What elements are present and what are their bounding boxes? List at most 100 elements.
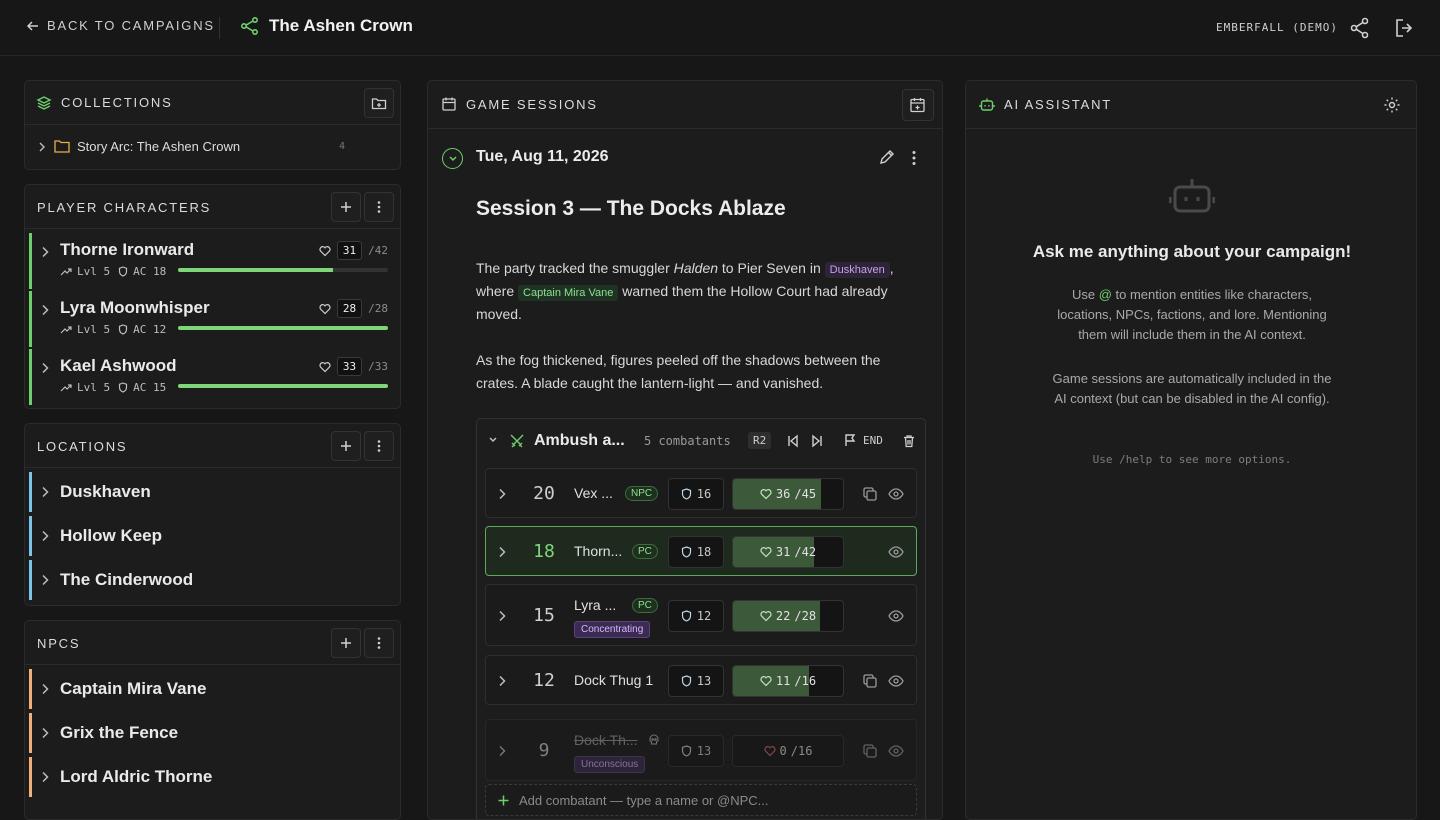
npc-row[interactable]: Captain Mira Vane: [29, 669, 400, 709]
status-badge[interactable]: Concentrating: [574, 621, 651, 638]
shield-icon: [119, 382, 128, 393]
previous-turn-icon[interactable]: [786, 434, 800, 448]
armor-class-box[interactable]: 13: [668, 735, 724, 767]
eye-icon[interactable]: [888, 743, 904, 759]
back-to-campaigns-link[interactable]: BACK TO CAMPAIGNS: [26, 18, 215, 33]
location-row[interactable]: The Cinderwood: [29, 560, 400, 600]
trash-icon[interactable]: [902, 434, 916, 448]
copy-icon[interactable]: [862, 743, 878, 759]
location-row[interactable]: Duskhaven: [29, 472, 400, 512]
encounter-title[interactable]: Ambush a...: [534, 432, 625, 450]
eye-icon[interactable]: [888, 544, 904, 560]
hp-text: 11 /16: [733, 666, 843, 696]
hit-points-box[interactable]: 22 /28: [732, 600, 844, 632]
game-sessions-panel: GAME SESSIONS Tue, Aug 11, 2026 Session …: [427, 80, 943, 820]
para-text: ,: [889, 260, 894, 276]
combatant-row[interactable]: 9 Dock Th... Unconscious 13 0 /16: [485, 719, 917, 781]
session-menu-button[interactable]: [906, 149, 922, 167]
combatant-row[interactable]: 18 Thorn... PC 18 31 /42: [485, 526, 917, 576]
armor-class-box[interactable]: 16: [668, 478, 724, 510]
status-badge[interactable]: Unconscious: [574, 756, 646, 773]
location-mention-tag[interactable]: Duskhaven: [824, 262, 890, 278]
character-stats: Lvl 5 AC 15: [60, 381, 166, 394]
armor-class-box[interactable]: 18: [668, 536, 724, 568]
eye-icon[interactable]: [888, 608, 904, 624]
combatant-row[interactable]: 15 Lyra ... PC Concentrating 12 22 /28: [485, 584, 917, 646]
crossed-swords-icon: [510, 434, 524, 448]
heart-icon: [319, 245, 331, 256]
add-combatant-input[interactable]: Add combatant — type a name or @NPC...: [485, 784, 917, 816]
initiative-value[interactable]: 18: [524, 541, 564, 562]
character-name: Thorne Ironward: [60, 240, 195, 259]
session-paragraph-2: As the fog thickened, figures peeled off…: [476, 352, 881, 391]
add-location-button[interactable]: [331, 431, 361, 461]
player-characters-header: PLAYER CHARACTERS: [25, 185, 400, 229]
heart-icon: [760, 489, 772, 500]
hit-points-box[interactable]: 11 /16: [732, 665, 844, 697]
initiative-value[interactable]: 20: [524, 483, 564, 504]
combatant-row[interactable]: 12 Dock Thug 1 13 11 /16: [485, 655, 917, 705]
locations-menu-button[interactable]: [364, 431, 394, 461]
combatant-name: Dock Thug 1: [574, 672, 654, 688]
logout-button[interactable]: [1393, 16, 1417, 40]
gear-icon: [1384, 97, 1400, 113]
eye-icon[interactable]: [888, 673, 904, 689]
campaign-title: The Ashen Crown: [269, 16, 413, 35]
hit-points-box[interactable]: 31 /42: [732, 536, 844, 568]
ac-label: AC 15: [133, 381, 167, 394]
initiative-value[interactable]: 15: [524, 605, 564, 626]
share-icon: [1350, 17, 1369, 39]
copy-icon[interactable]: [862, 486, 878, 502]
npc-mention-tag[interactable]: Captain Mira Vane: [518, 285, 619, 301]
combatant-count: 5 combatants: [644, 434, 731, 448]
location-row[interactable]: Hollow Keep: [29, 516, 400, 556]
npc-row[interactable]: Lord Aldric Thorne: [29, 757, 400, 797]
armor-class-box[interactable]: 13: [668, 665, 724, 697]
location-row-name: The Cinderwood: [60, 570, 194, 589]
flag-icon: [845, 434, 856, 446]
initiative-value[interactable]: 9: [524, 740, 564, 761]
share-button[interactable]: [1348, 16, 1372, 40]
hp-current[interactable]: 28: [336, 299, 363, 318]
robot-icon: [1169, 179, 1215, 213]
end-label: END: [863, 433, 883, 447]
hit-points-box[interactable]: 0 /16: [732, 735, 844, 767]
top-bar: BACK TO CAMPAIGNS The Ashen Crown EMBERF…: [0, 0, 1440, 56]
npcs-menu-button[interactable]: [364, 628, 394, 658]
initiative-value[interactable]: 12: [524, 670, 564, 691]
hit-points-box[interactable]: 36 /45: [732, 478, 844, 510]
chevron-right-icon: [499, 610, 506, 622]
armor-class-box[interactable]: 12: [668, 600, 724, 632]
player-character-row[interactable]: Lyra Moonwhisper 28 /28 Lvl 5 AC 12: [29, 291, 400, 347]
chevron-right-icon: [42, 362, 49, 374]
collection-item[interactable]: Story Arc: The Ashen Crown 4: [25, 125, 400, 169]
hp-max: /33: [368, 360, 388, 373]
player-character-row[interactable]: Kael Ashwood 33 /33 Lvl 5 AC 15: [29, 349, 400, 405]
eye-icon[interactable]: [888, 486, 904, 502]
combat-tracker: Ambush a... 5 combatants R2 END 20 Vex .…: [476, 418, 926, 819]
trending-up-icon: [60, 325, 72, 333]
session-date: Tue, Aug 11, 2026: [476, 148, 609, 165]
add-player-character-button[interactable]: [331, 192, 361, 222]
edit-session-button[interactable]: [878, 149, 896, 167]
heart-icon: [763, 746, 776, 757]
locations-label: LOCATIONS: [37, 439, 128, 454]
add-npc-button[interactable]: [331, 628, 361, 658]
next-turn-icon[interactable]: [810, 434, 824, 448]
assistant-settings-button[interactable]: [1383, 96, 1401, 114]
new-session-button[interactable]: [902, 89, 934, 121]
end-combat-button[interactable]: END: [843, 433, 883, 447]
chevron-down-icon[interactable]: [488, 436, 498, 444]
hp-current[interactable]: 33: [336, 357, 363, 376]
accent-bar: [29, 516, 32, 556]
combatant-row[interactable]: 20 Vex ... NPC 16 36 /45: [485, 468, 917, 518]
copy-icon[interactable]: [862, 673, 878, 689]
new-collection-button[interactable]: [364, 88, 394, 118]
session-toggle-button[interactable]: [442, 148, 463, 169]
npc-row[interactable]: Grix the Fence: [29, 713, 400, 753]
hp-current[interactable]: 31: [336, 241, 363, 260]
player-characters-menu-button[interactable]: [364, 192, 394, 222]
more-vertical-icon: [912, 151, 916, 165]
shield-icon: [681, 675, 691, 687]
player-character-row[interactable]: Thorne Ironward 31 /42 Lvl 5 AC 18: [29, 233, 400, 289]
